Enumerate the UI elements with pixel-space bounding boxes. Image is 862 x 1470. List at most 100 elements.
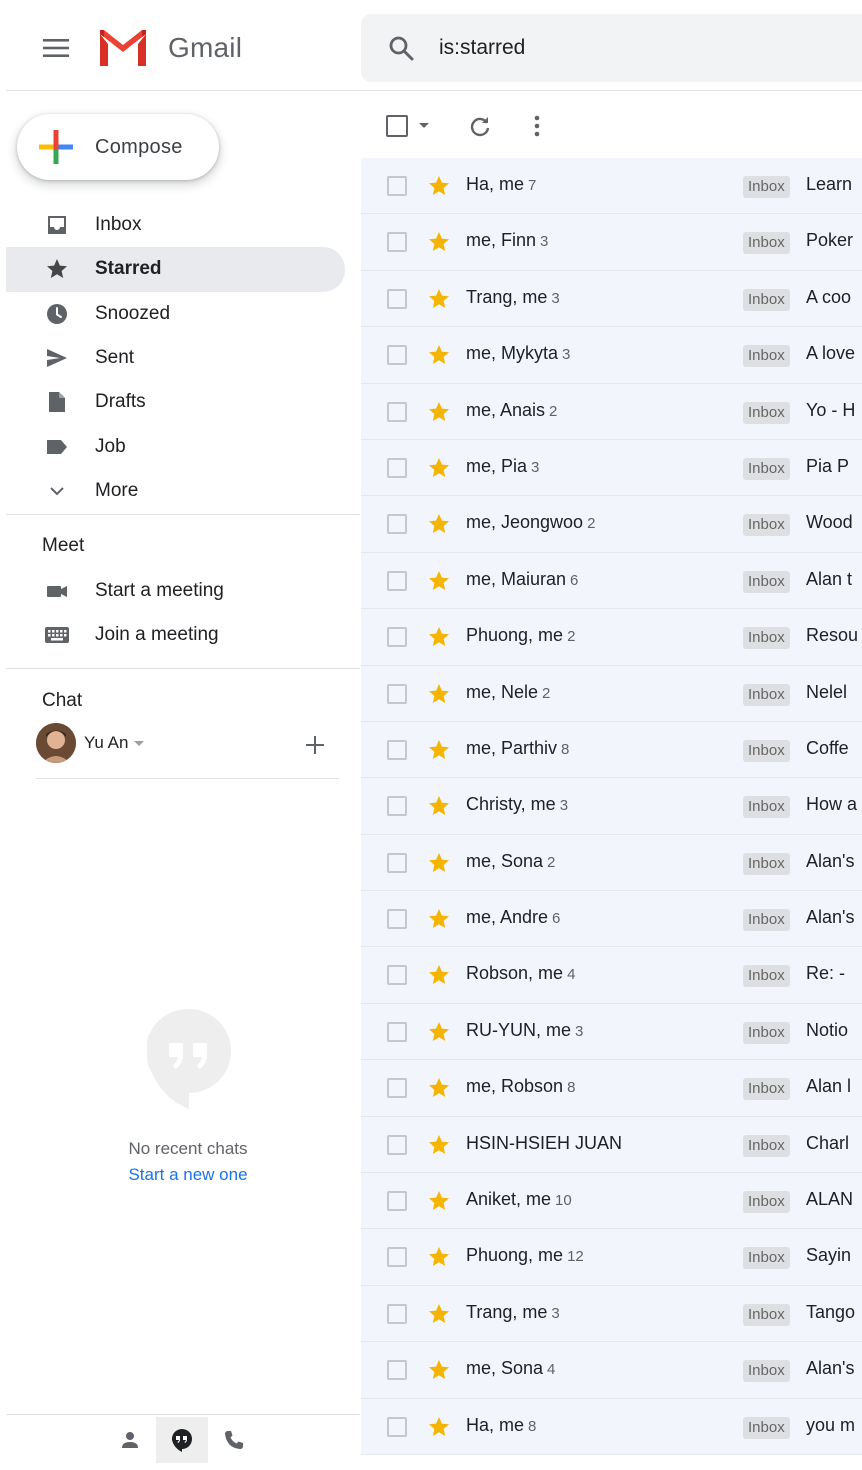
row-checkbox[interactable]	[387, 1360, 407, 1381]
nav-item-drafts[interactable]: Drafts	[0, 380, 360, 424]
row-checkbox[interactable]	[387, 176, 407, 196]
start-meeting-item[interactable]: Start a meeting	[0, 569, 360, 613]
star-icon[interactable]	[427, 963, 451, 987]
email-row[interactable]: Ha, me 8 Inbox you m	[361, 1398, 862, 1455]
thread-count: 3	[562, 346, 571, 364]
more-options-button[interactable]	[525, 113, 549, 139]
row-checkbox[interactable]	[387, 570, 407, 591]
search-bar[interactable]	[361, 14, 862, 82]
row-checkbox[interactable]	[387, 457, 407, 478]
main-menu-button[interactable]	[36, 28, 76, 68]
select-all-checkbox[interactable]	[386, 115, 408, 137]
nav-item-job[interactable]: Job	[0, 424, 360, 468]
star-icon[interactable]	[427, 174, 451, 198]
nav-item-snoozed[interactable]: Snoozed	[0, 292, 360, 336]
star-icon[interactable]	[427, 1415, 451, 1439]
row-checkbox[interactable]	[387, 1416, 407, 1437]
email-row[interactable]: me, Finn 3 Inbox Poker	[361, 214, 862, 271]
search-input[interactable]	[439, 36, 819, 60]
email-sender: me, Finn 3	[466, 230, 548, 251]
nav-item-more[interactable]: More	[0, 469, 360, 513]
email-row[interactable]: me, Parthiv 8 Inbox Coffe	[361, 721, 862, 779]
star-icon[interactable]	[427, 456, 451, 480]
join-meeting-item[interactable]: Join a meeting	[0, 613, 360, 657]
star-icon[interactable]	[427, 625, 451, 649]
star-icon[interactable]	[427, 682, 451, 706]
row-checkbox[interactable]	[387, 965, 407, 986]
row-checkbox[interactable]	[387, 1191, 407, 1212]
row-checkbox[interactable]	[387, 1247, 407, 1268]
star-icon[interactable]	[427, 738, 451, 762]
row-checkbox[interactable]	[387, 683, 407, 704]
star-icon[interactable]	[427, 400, 451, 424]
nav-item-inbox[interactable]: Inbox	[0, 203, 360, 247]
star-icon[interactable]	[427, 1076, 451, 1100]
contacts-tab[interactable]	[104, 1417, 156, 1463]
email-row[interactable]: Trang, me 3 Inbox A coo	[361, 270, 862, 328]
row-checkbox[interactable]	[387, 1134, 407, 1155]
compose-button[interactable]: Compose	[17, 114, 219, 180]
star-icon[interactable]	[427, 1245, 451, 1269]
star-icon[interactable]	[427, 230, 451, 254]
row-checkbox[interactable]	[387, 288, 407, 309]
row-checkbox[interactable]	[387, 401, 407, 422]
email-row[interactable]: RU-YUN, me 3 Inbox Notio	[361, 1003, 862, 1061]
row-checkbox[interactable]	[387, 852, 407, 873]
select-options-caret-icon[interactable]	[419, 123, 429, 128]
thread-count: 12	[567, 1248, 584, 1266]
star-icon[interactable]	[427, 851, 451, 875]
row-checkbox[interactable]	[387, 796, 407, 817]
email-row[interactable]: me, Nele 2 Inbox Nelel	[361, 665, 862, 722]
email-row[interactable]: me, Anais 2 Inbox Yo - H	[361, 383, 862, 440]
star-icon[interactable]	[427, 907, 451, 931]
row-checkbox[interactable]	[387, 232, 407, 253]
star-icon[interactable]	[427, 1358, 451, 1382]
email-row[interactable]: me, Sona 4 Inbox Alan's	[361, 1342, 862, 1399]
gmail-logo[interactable]: Gmail	[96, 28, 242, 68]
email-row[interactable]: Phuong, me 12 Inbox Sayin	[361, 1229, 862, 1286]
chat-tab[interactable]	[156, 1417, 208, 1463]
star-icon[interactable]	[427, 569, 451, 593]
email-row[interactable]: me, Andre 6 Inbox Alan's	[361, 891, 862, 948]
add-chat-button[interactable]	[302, 732, 328, 758]
email-row[interactable]: me, Sona 2 Inbox Alan's	[361, 834, 862, 892]
row-checkbox[interactable]	[387, 1078, 407, 1099]
row-checkbox[interactable]	[387, 1021, 407, 1042]
star-icon[interactable]	[427, 512, 451, 536]
refresh-button[interactable]	[467, 113, 493, 139]
email-row[interactable]: Phuong, me 2 Inbox Resou	[361, 609, 862, 666]
chat-user-status[interactable]: Yu An	[36, 722, 336, 764]
email-row[interactable]: Ha, me 7 Inbox Learn	[361, 158, 862, 215]
nav-item-sent[interactable]: Sent	[0, 336, 360, 380]
star-icon[interactable]	[427, 1302, 451, 1326]
email-row[interactable]: Trang, me 3 Inbox Tango	[361, 1285, 862, 1343]
sender-name: HSIN-HSIEH JUAN	[466, 1132, 623, 1153]
label-icon	[44, 434, 70, 460]
row-checkbox[interactable]	[387, 345, 407, 366]
email-row[interactable]: me, Robson 8 Inbox Alan l	[361, 1060, 862, 1117]
email-row[interactable]: HSIN-HSIEH JUAN Inbox Charl	[361, 1116, 862, 1174]
email-row[interactable]: me, Jeongwoo 2 Inbox Wood	[361, 496, 862, 553]
search-icon[interactable]	[387, 34, 415, 62]
email-row[interactable]: Christy, me 3 Inbox How a	[361, 778, 862, 835]
email-row[interactable]: me, Mykyta 3 Inbox A love	[361, 327, 862, 384]
caret-down-icon[interactable]	[134, 740, 145, 746]
star-icon[interactable]	[427, 343, 451, 367]
row-checkbox[interactable]	[387, 514, 407, 535]
star-icon[interactable]	[427, 1133, 451, 1157]
row-checkbox[interactable]	[387, 909, 407, 930]
star-icon[interactable]	[427, 287, 451, 311]
email-row[interactable]: Aniket, me 10 Inbox ALAN	[361, 1173, 862, 1230]
email-row[interactable]: Robson, me 4 Inbox Re: -	[361, 947, 862, 1004]
row-checkbox[interactable]	[387, 739, 407, 760]
row-checkbox[interactable]	[387, 1303, 407, 1324]
email-row[interactable]: me, Maiuran 6 Inbox Alan t	[361, 552, 862, 610]
phone-tab[interactable]	[208, 1417, 260, 1463]
star-icon[interactable]	[427, 1020, 451, 1044]
nav-item-starred[interactable]: Starred	[6, 247, 345, 292]
email-row[interactable]: me, Pia 3 Inbox Pia P	[361, 439, 862, 497]
star-icon[interactable]	[427, 1189, 451, 1213]
row-checkbox[interactable]	[387, 627, 407, 648]
start-new-chat-link[interactable]: Start a new one	[0, 1165, 376, 1185]
star-icon[interactable]	[427, 794, 451, 818]
